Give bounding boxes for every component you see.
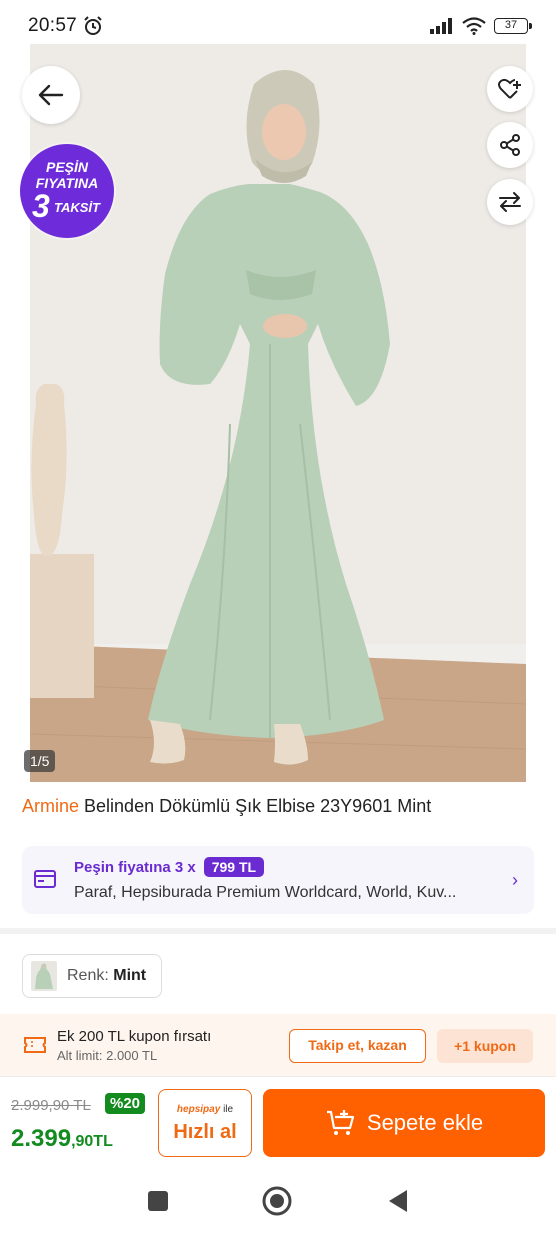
back-arrow-icon — [38, 84, 64, 106]
product-image-gallery[interactable]: PEŞİN FIYATINA 3 TAKSİT 1/5 — [0, 44, 556, 782]
signal-icon — [430, 18, 452, 34]
quick-buy-button[interactable]: hepsipay ile Hızlı al — [158, 1089, 252, 1157]
recents-button[interactable] — [143, 1186, 173, 1216]
extra-coupon-button[interactable]: +1 kupon — [437, 1029, 533, 1063]
quick-buy-label: Hızlı al — [173, 1121, 237, 1143]
product-title: Armine Belinden Dökümlü Şık Elbise 23Y96… — [22, 796, 542, 817]
status-icons: 37 — [430, 17, 532, 35]
add-to-cart-label: Sepete ekle — [366, 1110, 484, 1135]
coupon-bar: Ek 200 TL kupon fırsatı Alt limit: 2.000… — [0, 1014, 556, 1076]
installment-price: 799 TL — [203, 857, 265, 877]
hepsipay-logo: hepsipay — [176, 1104, 221, 1115]
wifi-icon — [462, 17, 486, 35]
system-nav-bar — [0, 1166, 556, 1235]
installment-cards: Paraf, Hepsiburada Premium Worldcard, Wo… — [74, 884, 457, 901]
cart-add-icon — [326, 1110, 354, 1135]
follow-and-earn-button[interactable]: Takip et, kazan — [289, 1029, 426, 1063]
old-price: 2.999,90 TL — [11, 1097, 91, 1114]
coupon-ticket-icon — [24, 1037, 46, 1053]
color-label-key: Renk: — [67, 967, 109, 984]
product-name: Belinden Dökümlü Şık Elbise 23Y9601 Mint — [84, 796, 432, 816]
coupon-title: Ek 200 TL kupon fırsatı — [57, 1028, 212, 1045]
badge-line-4: TAKSİT — [54, 200, 100, 215]
badge-line-3: 3 — [32, 188, 50, 224]
card-icon — [34, 870, 56, 888]
color-value: Mint — [113, 967, 147, 984]
compare-icon — [499, 192, 521, 212]
back-button[interactable] — [22, 66, 80, 124]
share-icon — [500, 134, 520, 156]
battery-icon: 37 — [494, 18, 532, 34]
coupon-subtitle: Alt limit: 2.000 TL — [57, 1048, 158, 1063]
status-time: 20:57 — [28, 15, 78, 36]
badge-line-1: PEŞİN — [45, 159, 88, 175]
price-main: 2.399 — [11, 1125, 72, 1152]
share-button[interactable] — [487, 122, 533, 168]
chevron-right-icon: › — [512, 870, 518, 890]
image-counter: 1/5 — [24, 750, 56, 772]
installment-label: Peşin fiyatına 3 x — [74, 858, 196, 876]
brand-link[interactable]: Armine — [22, 796, 79, 816]
favorite-button[interactable] — [487, 66, 533, 112]
color-thumbnail — [31, 961, 57, 991]
hepsipay-label: hepsipay ile — [159, 1104, 251, 1115]
installment-card[interactable]: Peşin fiyatına 3 x 799 TL Paraf, Hepsibu… — [22, 846, 534, 914]
installment-promo-badge: PEŞİN FIYATINA 3 TAKSİT — [20, 144, 114, 238]
color-label: Renk: Mint — [67, 967, 146, 985]
heart-add-icon — [498, 78, 521, 99]
installment-summary: Peşin fiyatına 3 x 799 TL — [74, 857, 265, 877]
current-price: 2.399 ,90TL — [11, 1125, 113, 1153]
home-button[interactable] — [262, 1186, 292, 1216]
compare-button[interactable] — [487, 179, 533, 225]
discount-badge: %20 — [105, 1093, 146, 1114]
purchase-bar: 2.999,90 TL %20 2.399 ,90TL hepsipay ile… — [0, 1076, 556, 1166]
color-selector[interactable]: Renk: Mint — [22, 954, 162, 998]
price-decimal: ,90TL — [71, 1133, 113, 1150]
add-to-cart-button[interactable]: Sepete ekle — [263, 1089, 545, 1157]
section-divider — [0, 928, 556, 934]
alarm-icon — [84, 16, 102, 35]
back-nav-button[interactable] — [383, 1186, 413, 1216]
hepsipay-ile: ile — [223, 1104, 234, 1115]
